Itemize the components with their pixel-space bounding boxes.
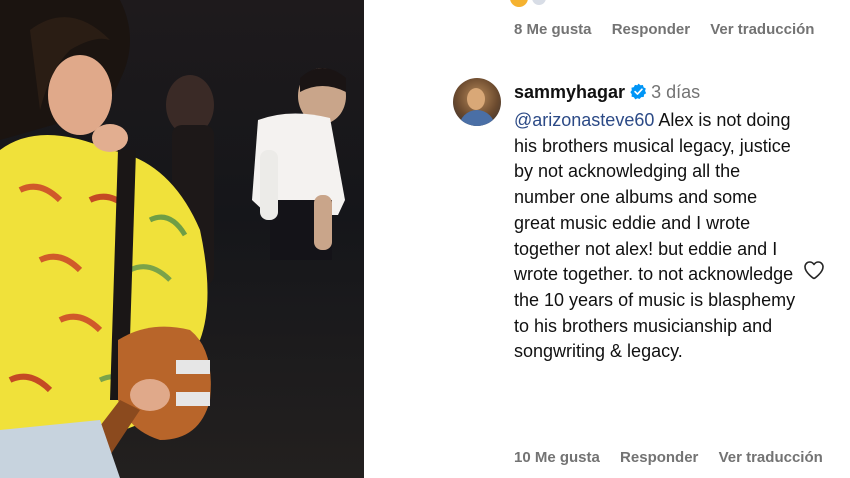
- emoji-icon-secondary: [532, 0, 546, 5]
- avatar-shirt: [459, 110, 495, 126]
- reply-button[interactable]: Responder: [620, 449, 698, 466]
- verified-badge-icon: [630, 83, 647, 100]
- reply-button[interactable]: Responder: [612, 21, 690, 38]
- comment-text: Alex is not doing his brothers musical l…: [514, 110, 796, 362]
- previous-comment-actions: 8 Me gusta Responder Ver traducción: [514, 21, 830, 38]
- heart-outline-icon[interactable]: [802, 258, 826, 282]
- comments-panel: 8 Me gusta Responder Ver traducción samm…: [364, 0, 850, 478]
- mention-link[interactable]: @arizonasteve60: [514, 110, 654, 130]
- avatar-face: [467, 88, 485, 110]
- username-link[interactable]: sammyhagar: [514, 82, 625, 102]
- likes-count-button[interactable]: 8 Me gusta: [514, 21, 592, 38]
- comment-header: sammyhagar 3 días: [514, 80, 700, 104]
- avatar[interactable]: [453, 78, 501, 126]
- translate-button[interactable]: Ver traducción: [719, 449, 823, 466]
- emoji-icon: [510, 0, 528, 7]
- comment-time[interactable]: 3 días: [651, 82, 700, 102]
- post-photo: [0, 0, 364, 478]
- concert-photo-illustration: [0, 0, 346, 478]
- comment-actions: 10 Me gusta Responder Ver traducción: [514, 449, 839, 466]
- comment-body: @arizonasteve60 Alex is not doing his br…: [514, 108, 799, 365]
- likes-count-button[interactable]: 10 Me gusta: [514, 449, 600, 466]
- translate-button[interactable]: Ver traducción: [710, 21, 814, 38]
